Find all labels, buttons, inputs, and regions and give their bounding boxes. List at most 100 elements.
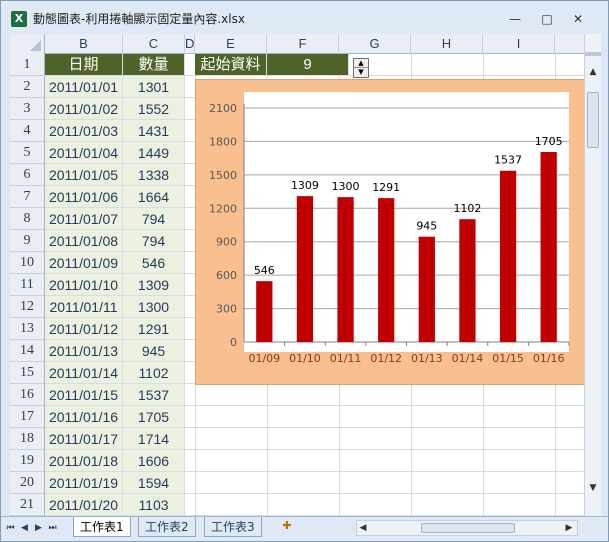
- row-header[interactable]: 9: [10, 230, 45, 252]
- qty-cell[interactable]: 1714: [123, 428, 185, 450]
- bar-chart[interactable]: 0 300 600 900 1200 1500 1800 2100 546 01/09 1309 01…: [196, 80, 584, 386]
- scroll-spinner[interactable]: ▲ ▼: [353, 58, 369, 78]
- spin-down-icon[interactable]: ▼: [354, 68, 368, 77]
- row-header[interactable]: 6: [10, 164, 45, 186]
- column-header-f[interactable]: F: [267, 34, 339, 54]
- horizontal-scroll-thumb[interactable]: [421, 523, 515, 533]
- row-header[interactable]: 5: [10, 142, 45, 164]
- date-cell[interactable]: 2011/01/19: [45, 472, 123, 494]
- row-header[interactable]: 21: [10, 494, 45, 516]
- row-header[interactable]: 19: [10, 450, 45, 472]
- row-header[interactable]: 11: [10, 274, 45, 296]
- qty-cell[interactable]: 1705: [123, 406, 185, 428]
- date-cell[interactable]: 2011/01/14: [45, 362, 123, 384]
- column-header-c[interactable]: C: [123, 34, 185, 54]
- qty-cell[interactable]: 1309: [123, 274, 185, 296]
- qty-cell[interactable]: 1300: [123, 296, 185, 318]
- date-cell[interactable]: 2011/01/01: [45, 76, 123, 98]
- start-value-cell[interactable]: 9: [267, 54, 349, 76]
- qty-cell[interactable]: 1664: [123, 186, 185, 208]
- date-cell[interactable]: 2011/01/20: [45, 494, 123, 516]
- qty-cell[interactable]: 1301: [123, 76, 185, 98]
- row-header[interactable]: 12: [10, 296, 45, 318]
- row-header[interactable]: 15: [10, 362, 45, 384]
- row-header[interactable]: 2: [10, 76, 45, 98]
- scroll-left-icon[interactable]: ◀: [357, 521, 369, 535]
- row-header[interactable]: 14: [10, 340, 45, 362]
- sheet-tab-2[interactable]: 工作表2: [138, 517, 196, 537]
- qty-cell[interactable]: 1594: [123, 472, 185, 494]
- date-cell[interactable]: 2011/01/08: [45, 230, 123, 252]
- column-header-b[interactable]: B: [45, 34, 123, 54]
- select-all-button[interactable]: [10, 34, 45, 54]
- row-header[interactable]: 4: [10, 120, 45, 142]
- horizontal-scrollbar[interactable]: ◀ ▶: [356, 520, 578, 536]
- column-header-g[interactable]: G: [339, 34, 411, 54]
- scroll-right-icon[interactable]: ▶: [563, 521, 575, 535]
- date-cell[interactable]: 2011/01/12: [45, 318, 123, 340]
- excel-app-icon[interactable]: X: [11, 11, 27, 27]
- row-header[interactable]: 18: [10, 428, 45, 450]
- split-box[interactable]: [585, 52, 601, 56]
- sheet-tab-3[interactable]: 工作表3: [204, 517, 262, 537]
- control-label-cell[interactable]: 起始資料: [195, 54, 267, 76]
- row-header[interactable]: 13: [10, 318, 45, 340]
- row-header[interactable]: 16: [10, 384, 45, 406]
- qty-cell[interactable]: 1449: [123, 142, 185, 164]
- date-cell[interactable]: 2011/01/04: [45, 142, 123, 164]
- vertical-scrollbar[interactable]: ▲ ▼: [584, 34, 601, 516]
- close-button[interactable]: ✕: [567, 10, 589, 28]
- date-cell[interactable]: 2011/01/15: [45, 384, 123, 406]
- insert-sheet-icon[interactable]: ✚: [279, 519, 295, 533]
- date-cell[interactable]: 2011/01/03: [45, 120, 123, 142]
- worksheet-grid[interactable]: B C D E F G H I 1 2 3 4 5 6 7 8 9 10 11 12 13 14 15 16 1…: [10, 34, 584, 516]
- qty-cell[interactable]: 1537: [123, 384, 185, 406]
- row-header[interactable]: 10: [10, 252, 45, 274]
- qty-cell[interactable]: 1102: [123, 362, 185, 384]
- date-cell[interactable]: 2011/01/16: [45, 406, 123, 428]
- maximize-button[interactable]: □: [536, 10, 558, 28]
- date-cell[interactable]: 2011/01/10: [45, 274, 123, 296]
- qty-cell[interactable]: 546: [123, 252, 185, 274]
- date-cell[interactable]: 2011/01/06: [45, 186, 123, 208]
- qty-cell[interactable]: 1552: [123, 98, 185, 120]
- qty-cell[interactable]: 1338: [123, 164, 185, 186]
- first-sheet-icon[interactable]: ⏮: [5, 521, 16, 535]
- last-sheet-icon[interactable]: ⏭: [47, 521, 58, 535]
- qty-cell[interactable]: 794: [123, 230, 185, 252]
- qty-cell[interactable]: 945: [123, 340, 185, 362]
- column-header-e[interactable]: E: [195, 34, 267, 54]
- row-header[interactable]: 3: [10, 98, 45, 120]
- column-header-d[interactable]: D: [185, 34, 195, 54]
- date-header-cell[interactable]: 日期: [45, 54, 123, 76]
- vertical-scroll-thumb[interactable]: [587, 92, 599, 148]
- row-header[interactable]: 20: [10, 472, 45, 494]
- next-sheet-icon[interactable]: ▶: [33, 521, 44, 535]
- column-header-i[interactable]: I: [483, 34, 555, 54]
- sheet-tab-1[interactable]: 工作表1: [73, 517, 131, 537]
- qty-cell[interactable]: 1291: [123, 318, 185, 340]
- qty-cell[interactable]: 794: [123, 208, 185, 230]
- qty-header-cell[interactable]: 數量: [123, 54, 185, 76]
- date-cell[interactable]: 2011/01/17: [45, 428, 123, 450]
- scroll-up-icon[interactable]: ▲: [585, 64, 601, 80]
- date-cell[interactable]: 2011/01/11: [45, 296, 123, 318]
- qty-cell[interactable]: 1606: [123, 450, 185, 472]
- qty-cell[interactable]: 1103: [123, 494, 185, 516]
- date-cell[interactable]: 2011/01/02: [45, 98, 123, 120]
- column-header-h[interactable]: H: [411, 34, 483, 54]
- spin-up-icon[interactable]: ▲: [354, 59, 368, 68]
- row-header[interactable]: 7: [10, 186, 45, 208]
- row-header[interactable]: 8: [10, 208, 45, 230]
- date-cell[interactable]: 2011/01/07: [45, 208, 123, 230]
- date-cell[interactable]: 2011/01/18: [45, 450, 123, 472]
- minimize-button[interactable]: —: [504, 10, 526, 28]
- date-cell[interactable]: 2011/01/09: [45, 252, 123, 274]
- row-header[interactable]: 1: [10, 54, 45, 76]
- date-cell[interactable]: 2011/01/13: [45, 340, 123, 362]
- scroll-down-icon[interactable]: ▼: [585, 480, 601, 496]
- row-header[interactable]: 17: [10, 406, 45, 428]
- prev-sheet-icon[interactable]: ◀: [19, 521, 30, 535]
- date-cell[interactable]: 2011/01/05: [45, 164, 123, 186]
- qty-cell[interactable]: 1431: [123, 120, 185, 142]
